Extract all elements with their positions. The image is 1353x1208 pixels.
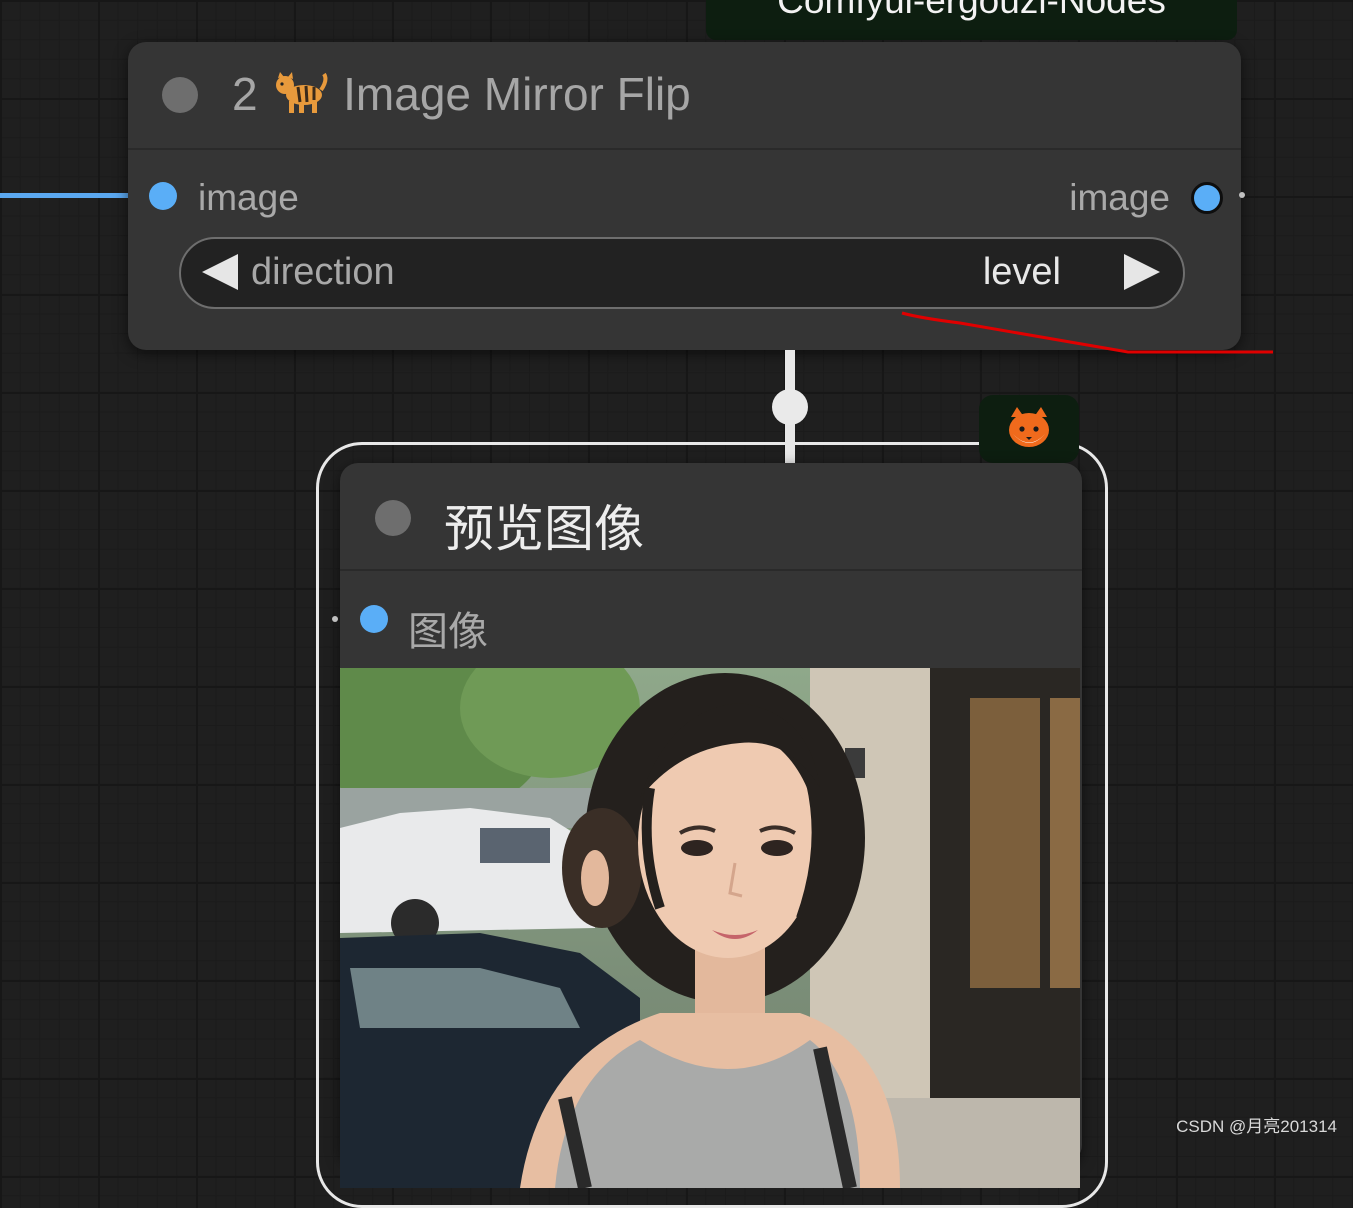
link-center-knob[interactable] [772, 389, 808, 425]
node-badge [979, 395, 1079, 463]
node-title-text: Image Mirror Flip [343, 68, 691, 120]
collapse-dot[interactable] [375, 500, 411, 536]
image-mirror-flip-node[interactable]: 2 Image Mirror Flip image image directio… [128, 42, 1245, 350]
triangle-right-icon[interactable] [1124, 254, 1160, 290]
portrait-photo [340, 668, 1080, 1188]
image-input-slot[interactable] [149, 182, 177, 210]
preview-image[interactable] [340, 668, 1080, 1188]
image-output-label: image [1069, 177, 1170, 218]
collapse-dot[interactable] [162, 77, 198, 113]
node-title: 2 Image Mirror Flip [232, 67, 691, 121]
image-input-label: image [198, 177, 299, 218]
input-link-stub [332, 616, 338, 622]
node-id: 2 [232, 68, 258, 120]
direction-combo[interactable]: direction level [179, 237, 1185, 309]
direction-label: direction [251, 251, 395, 293]
image-input-slot[interactable] [360, 605, 388, 633]
image-link-wire [0, 193, 132, 198]
node-title: 预览图像 [444, 501, 644, 557]
fox-face-icon [1009, 407, 1049, 447]
node-header[interactable]: 预览图像 [340, 463, 1082, 571]
watermark: CSDN @月亮201314 [1176, 1117, 1337, 1136]
image-input-label: 图像 [408, 610, 488, 654]
direction-value[interactable]: level [983, 251, 1061, 294]
image-output-slot[interactable] [1191, 182, 1223, 214]
group-title-text: Comfyui-ergouzi-Nodes [777, 0, 1166, 21]
group-title[interactable]: Comfyui-ergouzi-Nodes [706, 0, 1237, 40]
output-link-stub [1239, 192, 1245, 198]
triangle-left-icon[interactable] [202, 254, 238, 290]
node-header[interactable]: 2 Image Mirror Flip [128, 42, 1241, 150]
preview-image-node[interactable]: 预览图像 图像 [332, 463, 1082, 1188]
tiger-icon [276, 72, 328, 113]
